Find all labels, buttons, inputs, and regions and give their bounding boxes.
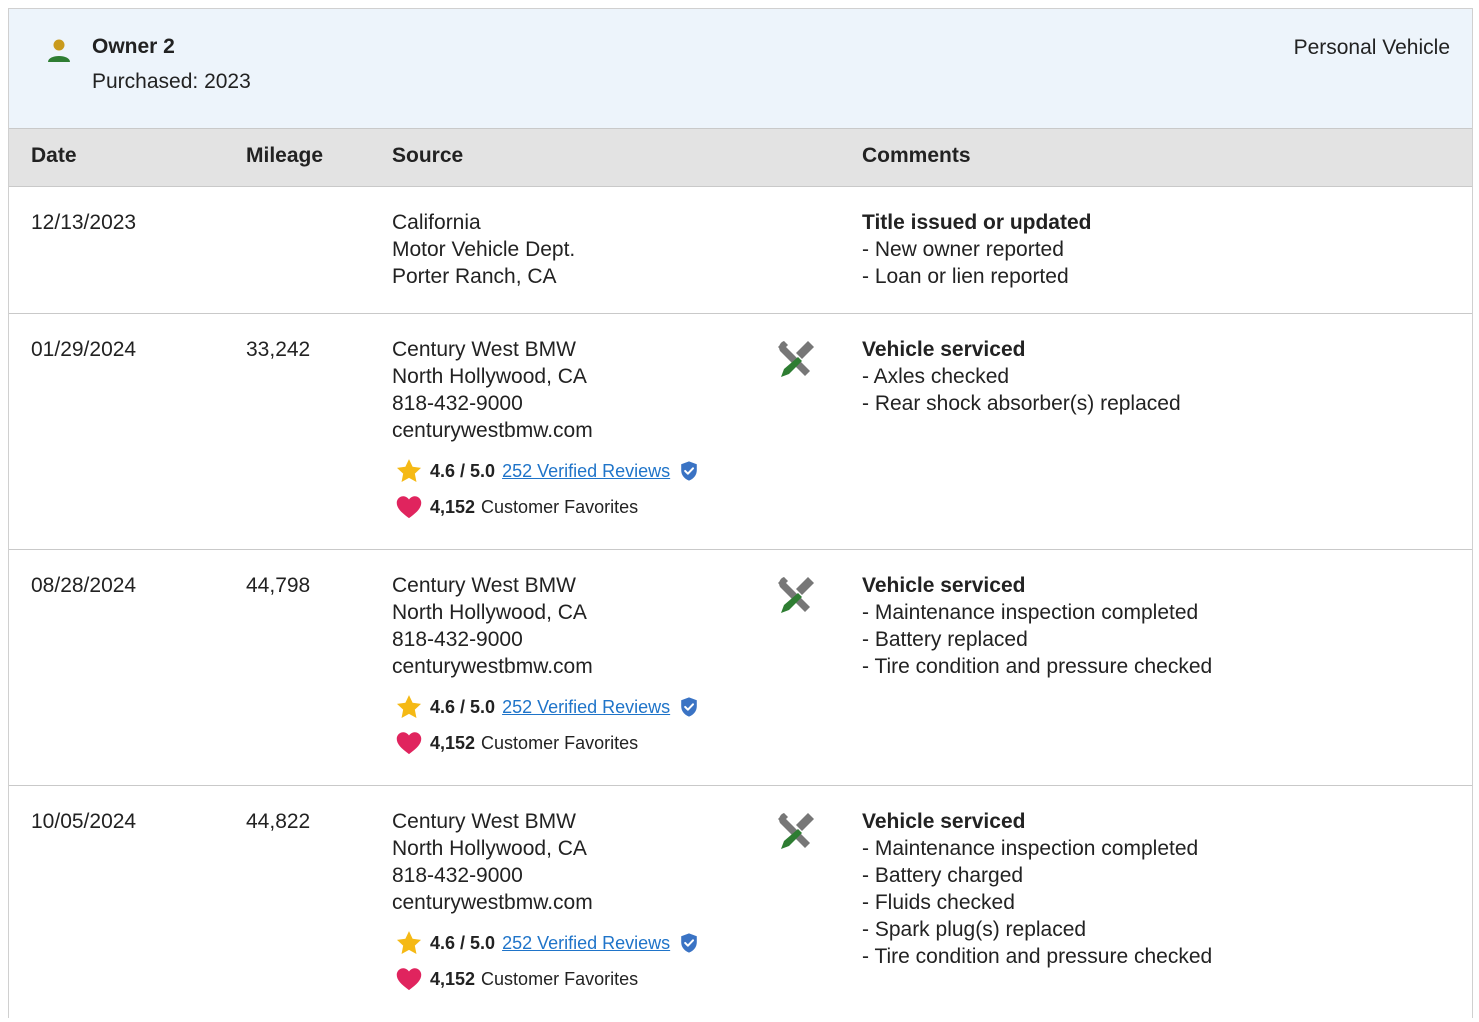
- owner-history-panel: Owner 2 Purchased: 2023 Personal Vehicle…: [8, 8, 1473, 1018]
- row-date: 08/28/2024: [31, 574, 137, 597]
- comment-item: - Tire condition and pressure checked: [862, 945, 1213, 968]
- source-line: centurywestbmw.com: [392, 891, 593, 914]
- comment-title: Vehicle serviced: [862, 574, 1026, 597]
- comment-title: Vehicle serviced: [862, 810, 1026, 833]
- favorites-count: 4,152: [430, 732, 476, 753]
- row-comments: Title issued or updated - New owner repo…: [862, 209, 1091, 290]
- verified-reviews-link[interactable]: 252 Verified Reviews: [502, 930, 670, 957]
- row-source: California Motor Vehicle Dept. Porter Ra…: [392, 209, 575, 290]
- source-line: 818-432-9000: [392, 628, 523, 651]
- rating-value: 4.6 / 5.0: [430, 696, 496, 717]
- wrench-screwdriver-icon: [778, 577, 814, 613]
- source-line: 818-432-9000: [392, 864, 523, 887]
- source-line: Porter Ranch, CA: [392, 265, 557, 288]
- heart-icon: [396, 732, 422, 755]
- comment-item: - Tire condition and pressure checked: [862, 655, 1213, 678]
- rating-value: 4.6 / 5.0: [430, 932, 496, 953]
- verified-shield-icon: [681, 933, 697, 953]
- row-date: 10/05/2024: [31, 810, 137, 833]
- rating-line: 4.6 / 5.0 252 Verified Reviews: [392, 456, 700, 486]
- row-source: Century West BMW North Hollywood, CA 818…: [392, 808, 700, 994]
- favorites-line: 4,152 Customer Favorites: [392, 728, 700, 758]
- owner-name: Owner 2: [92, 35, 175, 58]
- row-source: Century West BMW North Hollywood, CA 818…: [392, 336, 700, 522]
- comment-item: - Spark plug(s) replaced: [862, 918, 1087, 941]
- row-date: 01/29/2024: [31, 338, 137, 361]
- verified-shield-icon: [681, 461, 697, 481]
- header-mileage: Mileage: [246, 144, 324, 167]
- row-icon: [775, 810, 817, 859]
- owner-purchased: Purchased: 2023: [92, 70, 251, 93]
- table-header: Date Mileage Source Comments: [9, 129, 1472, 187]
- source-line: Motor Vehicle Dept.: [392, 238, 576, 261]
- row-comments: Vehicle serviced - Axles checked - Rear …: [862, 336, 1181, 417]
- person-icon: [48, 39, 70, 62]
- heart-icon: [396, 968, 422, 991]
- rating-line: 4.6 / 5.0 252 Verified Reviews: [392, 692, 700, 722]
- row-icon: [775, 574, 817, 623]
- row-comments: Vehicle serviced - Maintenance inspectio…: [862, 808, 1212, 970]
- comment-item: - Loan or lien reported: [862, 265, 1069, 288]
- owner-header: Owner 2 Purchased: 2023 Personal Vehicle: [9, 9, 1472, 129]
- comment-item: - Axles checked: [862, 365, 1010, 388]
- source-line: Century West BMW: [392, 810, 576, 833]
- vehicle-type: Personal Vehicle: [1293, 36, 1450, 59]
- source-line: Century West BMW: [392, 338, 576, 361]
- comment-item: - New owner reported: [862, 238, 1064, 261]
- comment-title: Vehicle serviced: [862, 338, 1026, 361]
- favorites-label: Customer Favorites: [481, 496, 639, 517]
- source-line: 818-432-9000: [392, 392, 523, 415]
- wrench-screwdriver-icon: [778, 813, 814, 849]
- verified-shield-icon: [681, 697, 697, 717]
- row-mileage: 44,822: [246, 810, 311, 833]
- source-line: North Hollywood, CA: [392, 365, 587, 388]
- favorites-label: Customer Favorites: [481, 968, 639, 989]
- source-line: California: [392, 211, 481, 234]
- table-row: 08/28/2024 44,798 Century West BMW North…: [9, 550, 1472, 786]
- header-comments: Comments: [862, 144, 971, 167]
- row-mileage: 33,242: [246, 338, 311, 361]
- heart-icon: [396, 496, 422, 519]
- star-icon: [396, 695, 422, 718]
- row-mileage: 44,798: [246, 574, 311, 597]
- favorites-line: 4,152 Customer Favorites: [392, 964, 700, 994]
- favorites-count: 4,152: [430, 968, 476, 989]
- source-line: North Hollywood, CA: [392, 601, 587, 624]
- verified-reviews-link[interactable]: 252 Verified Reviews: [502, 694, 670, 721]
- rating-line: 4.6 / 5.0 252 Verified Reviews: [392, 928, 700, 958]
- row-source: Century West BMW North Hollywood, CA 818…: [392, 572, 700, 758]
- row-date: 12/13/2023: [31, 211, 137, 234]
- star-icon: [396, 459, 422, 482]
- table-row: 12/13/2023 California Motor Vehicle Dept…: [9, 187, 1472, 314]
- source-line: centurywestbmw.com: [392, 655, 593, 678]
- table-row: 01/29/2024 33,242 Century West BMW North…: [9, 314, 1472, 550]
- wrench-screwdriver-icon: [778, 341, 814, 377]
- row-comments: Vehicle serviced - Maintenance inspectio…: [862, 572, 1212, 680]
- favorites-count: 4,152: [430, 496, 476, 517]
- comment-item: - Rear shock absorber(s) replaced: [862, 392, 1181, 415]
- favorites-label: Customer Favorites: [481, 732, 639, 753]
- favorites-line: 4,152 Customer Favorites: [392, 492, 700, 522]
- row-icon: [775, 338, 817, 387]
- star-icon: [396, 931, 422, 954]
- comment-item: - Maintenance inspection completed: [862, 601, 1199, 624]
- header-source: Source: [392, 144, 464, 167]
- comment-item: - Battery charged: [862, 864, 1024, 887]
- comment-title: Title issued or updated: [862, 211, 1092, 234]
- source-line: North Hollywood, CA: [392, 837, 587, 860]
- comment-item: - Battery replaced: [862, 628, 1028, 651]
- verified-reviews-link[interactable]: 252 Verified Reviews: [502, 458, 670, 485]
- source-line: Century West BMW: [392, 574, 576, 597]
- header-date: Date: [31, 144, 77, 167]
- comment-item: - Fluids checked: [862, 891, 1015, 914]
- source-line: centurywestbmw.com: [392, 419, 593, 442]
- rating-value: 4.6 / 5.0: [430, 460, 496, 481]
- comment-item: - Maintenance inspection completed: [862, 837, 1199, 860]
- table-row: 10/05/2024 44,822 Century West BMW North…: [9, 786, 1472, 1022]
